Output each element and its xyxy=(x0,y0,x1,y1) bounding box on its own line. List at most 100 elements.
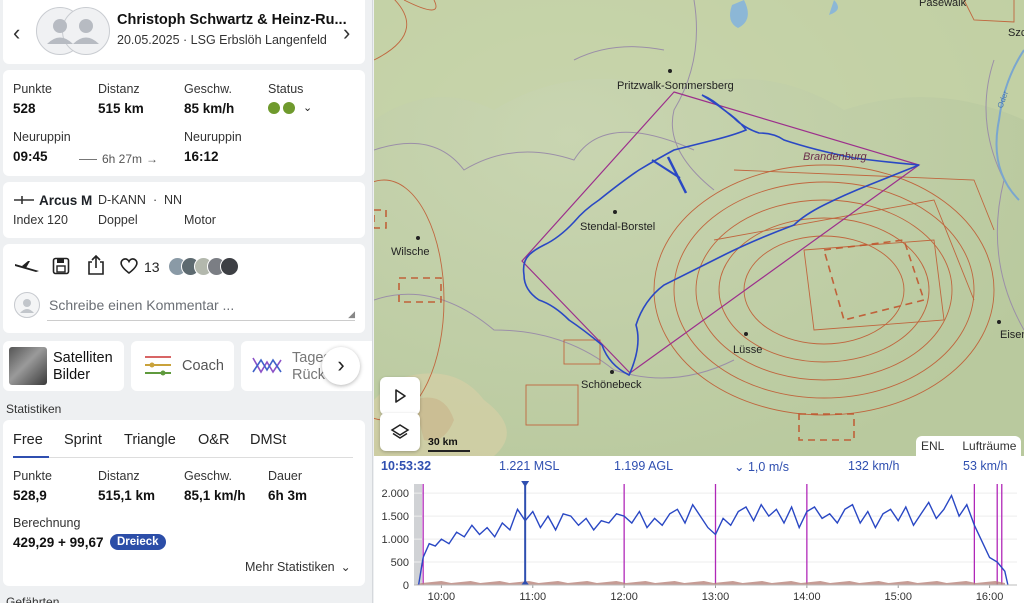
readout-agl: 1.199 AGL xyxy=(614,459,674,473)
coach-label: Coach xyxy=(182,358,224,374)
play-button[interactable] xyxy=(380,377,420,415)
satellite-card[interactable]: Satelliten Bilder xyxy=(3,341,124,391)
next-section-title: Gefährten xyxy=(6,595,60,603)
avatar xyxy=(220,257,239,276)
comment-input[interactable]: Schreibe einen Kommentar ... ◢ xyxy=(47,291,355,321)
toggle-enl[interactable]: ENL xyxy=(921,439,944,453)
punkte-value: 528 xyxy=(13,101,36,116)
cursor-handle-top xyxy=(521,481,530,487)
plane-icon[interactable] xyxy=(14,260,40,274)
coach-card[interactable]: Coach xyxy=(131,341,234,391)
duration-value: 6h 27m xyxy=(102,152,143,166)
x-tick-label: 15:00 xyxy=(884,591,912,603)
y-tick-label: 0 xyxy=(403,580,409,592)
tab-or[interactable]: O&R xyxy=(198,432,229,448)
flight-map[interactable]: Pasewalk Pritzwalk-Sommersberg Brandenbu… xyxy=(374,0,1024,456)
flight-sidebar: ‹ Christoph Schwartz & Heinz-Ru... 20.05… xyxy=(0,0,373,603)
more-stats-label: Mehr Statistiken xyxy=(245,560,335,574)
aircraft-sep: · xyxy=(153,193,158,207)
status-dots[interactable]: ⌄ xyxy=(268,101,312,114)
tab-dmst[interactable]: DMSt xyxy=(250,432,286,448)
satellite-line2: Bilder xyxy=(53,367,91,383)
tab-free[interactable]: Free xyxy=(13,432,43,448)
dreieck-badge: Dreieck xyxy=(110,534,166,550)
toggle-airspace[interactable]: Lufträume xyxy=(962,439,1016,453)
coach-icon xyxy=(145,356,171,376)
start-time: 09:45 xyxy=(13,149,48,164)
flight-subtitle[interactable]: 20.05.2025 · LSG Erbslöh Langenfeld xyxy=(117,33,327,47)
x-tick-label: 14:00 xyxy=(793,591,821,603)
stats-punkte-label: Punkte xyxy=(13,469,52,483)
stats-geschw-value: 85,1 km/h xyxy=(184,488,246,503)
compare-icon xyxy=(252,357,282,374)
end-place: Neuruppin xyxy=(184,130,242,144)
features-next-button[interactable]: › xyxy=(322,347,360,385)
altitude-chart[interactable]: 10:53:32 1.221 MSL 1.199 AGL ⌄ 1,0 m/s 1… xyxy=(374,456,1024,603)
y-tick-label: 500 xyxy=(391,557,409,569)
glider-icon xyxy=(14,196,34,204)
x-tick-label: 11:00 xyxy=(519,591,546,603)
end-time: 16:12 xyxy=(184,149,219,164)
overlay-toggles: ENL Lufträume xyxy=(916,436,1022,456)
more-stats-button[interactable]: Mehr Statistiken ⌄ xyxy=(245,560,351,574)
readout-msl: 1.221 MSL xyxy=(499,459,560,473)
pilot-avatars[interactable] xyxy=(36,7,112,55)
altitude-series-line xyxy=(417,493,1009,586)
play-icon xyxy=(395,389,406,403)
aircraft-reg: D-KANN xyxy=(98,193,146,207)
aircraft-card: Arcus M D-KANN · NN Index 120 Doppel Mot… xyxy=(3,182,365,238)
place-stendal: Stendal-Borstel xyxy=(580,221,656,233)
chevron-left-icon[interactable]: ‹ xyxy=(13,20,20,46)
x-tick-label: 16:00 xyxy=(976,591,1004,603)
stats-distanz-label: Distanz xyxy=(98,469,140,483)
active-tab-indicator xyxy=(13,456,49,458)
resize-handle-icon[interactable]: ◢ xyxy=(348,309,355,320)
layers-icon xyxy=(390,424,410,439)
save-icon[interactable] xyxy=(52,257,70,275)
status-dot-icon xyxy=(268,101,280,114)
aircraft-engine: Motor xyxy=(184,213,216,227)
tab-triangle[interactable]: Triangle xyxy=(124,432,176,448)
place-schoenebeck: Schönebeck xyxy=(581,379,642,391)
status-label: Status xyxy=(268,82,304,96)
chevron-down-icon: ⌄ xyxy=(340,560,351,574)
layers-button[interactable] xyxy=(380,413,420,451)
readout-vario: ⌄ 1,0 m/s xyxy=(734,459,789,474)
x-tick-label: 13:00 xyxy=(702,591,730,603)
aircraft-type[interactable]: Arcus M xyxy=(39,193,92,208)
place-eisen: Eisen xyxy=(1000,329,1024,341)
tab-sprint[interactable]: Sprint xyxy=(64,432,102,448)
stats-section-title: Statistiken xyxy=(6,402,62,416)
stats-distanz-value: 515,1 km xyxy=(98,488,156,503)
stats-punkte-value: 528,9 xyxy=(13,488,47,503)
satellite-thumbnail-icon xyxy=(9,347,47,385)
chevron-down-icon: ⌄ xyxy=(303,102,313,114)
likes-count[interactable]: 13 xyxy=(144,259,160,275)
punkte-label: Punkte xyxy=(13,82,52,96)
social-card: 13 Schreibe einen Kommentar ... ◢ xyxy=(3,244,365,333)
y-tick-label: 1.500 xyxy=(381,511,409,523)
distanz-value: 515 km xyxy=(98,101,144,116)
chevron-down-icon: ⌄ xyxy=(734,460,745,474)
start-place: Neuruppin xyxy=(13,130,71,144)
summary-card: Punkte 528 Distanz 515 km Geschw. 85 km/… xyxy=(3,70,365,176)
readout-wind: 53 km/h xyxy=(963,459,1008,473)
heart-icon[interactable] xyxy=(119,257,139,275)
place-pasewalk: Pasewalk xyxy=(919,0,967,9)
berechnung-label: Berechnung xyxy=(13,516,81,530)
x-tick-label: 12:00 xyxy=(610,591,638,603)
share-icon[interactable] xyxy=(87,254,105,276)
map-canvas[interactable] xyxy=(374,0,1024,456)
altitude-plot[interactable]: 2.000 1.500 1.000 500 0 10:00 11:00 12:00 13:00 1… xyxy=(374,478,1024,603)
status-dot-icon xyxy=(283,101,295,114)
chevron-right-icon: › xyxy=(337,352,345,377)
y-tick-label: 1.000 xyxy=(381,534,409,546)
comment-placeholder: Schreibe einen Kommentar ... xyxy=(49,297,235,313)
liker-avatars[interactable] xyxy=(168,257,248,277)
readout-vario-value: 1,0 m/s xyxy=(747,460,789,474)
readout-time: 10:53:32 xyxy=(381,459,432,473)
geschw-value: 85 km/h xyxy=(184,101,235,116)
chevron-right-icon[interactable]: › xyxy=(343,20,350,46)
comment-avatar xyxy=(14,292,40,318)
arrow-right-icon: → xyxy=(146,152,159,166)
